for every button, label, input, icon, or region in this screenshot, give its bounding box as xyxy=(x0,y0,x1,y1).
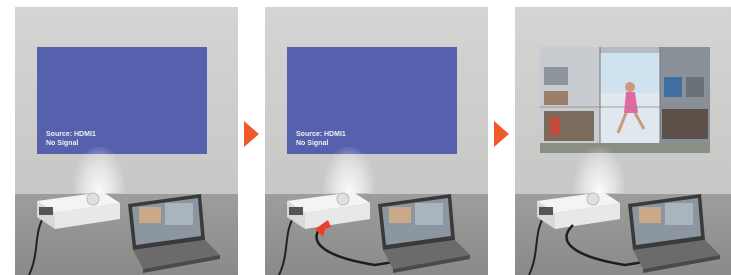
laptop-icon xyxy=(378,194,470,273)
projector-icon xyxy=(537,192,620,229)
scene-illustration xyxy=(528,192,720,275)
step-arrow-icon xyxy=(494,121,509,147)
step-1-panel: Source: HDMI1 No Signal xyxy=(15,7,238,275)
step-2-panel: Source: HDMI1 No Signal xyxy=(265,7,488,275)
scene-illustration xyxy=(28,192,220,275)
laptop-icon xyxy=(128,194,220,273)
step-3-panel xyxy=(515,7,731,275)
step-arrow-icon xyxy=(244,121,259,147)
scene-illustration xyxy=(278,192,470,275)
laptop-icon xyxy=(628,194,720,273)
power-cable xyxy=(28,214,46,275)
projector-icon xyxy=(37,192,120,229)
power-cable xyxy=(278,214,296,275)
power-cable xyxy=(528,214,546,275)
